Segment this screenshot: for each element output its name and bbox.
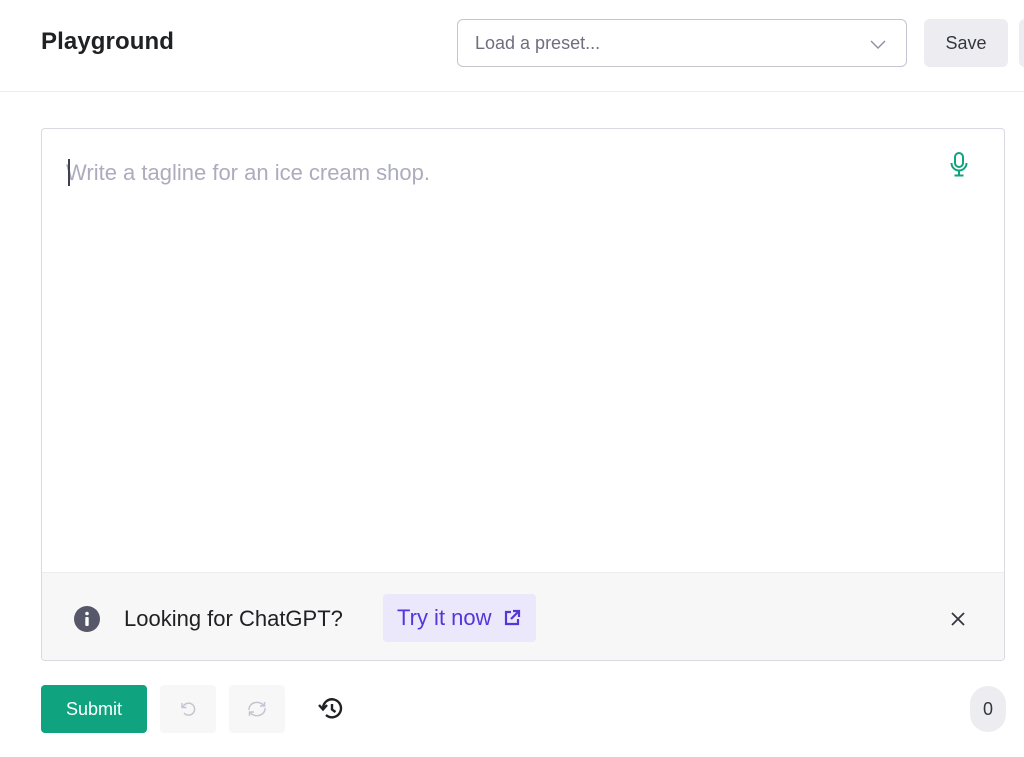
redo-button[interactable] bbox=[229, 685, 285, 733]
history-icon bbox=[318, 698, 343, 719]
token-count: 0 bbox=[970, 686, 1006, 732]
more-button[interactable] bbox=[1019, 19, 1024, 67]
undo-button[interactable] bbox=[160, 685, 216, 733]
try-it-now-label: Try it now bbox=[397, 605, 492, 630]
chatgpt-banner: Looking for ChatGPT? Try it now bbox=[42, 572, 1004, 660]
page-title: Playground bbox=[41, 28, 175, 55]
microphone-icon[interactable] bbox=[948, 151, 970, 179]
banner-text: Looking for ChatGPT? bbox=[124, 606, 343, 631]
chevron-down-icon bbox=[870, 40, 886, 49]
text-caret bbox=[68, 159, 70, 186]
external-link-icon bbox=[504, 609, 520, 626]
info-icon bbox=[74, 606, 100, 632]
prompt-editor: Looking for ChatGPT? Try it now bbox=[41, 128, 1005, 661]
save-button[interactable]: Save bbox=[924, 19, 1008, 67]
redo-icon bbox=[248, 701, 266, 717]
undo-icon bbox=[181, 702, 196, 716]
history-button[interactable] bbox=[303, 685, 359, 733]
header: Playground Load a preset... Save bbox=[0, 0, 1024, 92]
close-icon[interactable] bbox=[946, 607, 970, 631]
preset-select-placeholder: Load a preset... bbox=[475, 32, 601, 53]
preset-select[interactable]: Load a preset... bbox=[457, 19, 907, 67]
prompt-input[interactable] bbox=[66, 155, 926, 191]
submit-button[interactable]: Submit bbox=[41, 685, 147, 733]
try-it-now-link[interactable]: Try it now bbox=[383, 594, 536, 642]
